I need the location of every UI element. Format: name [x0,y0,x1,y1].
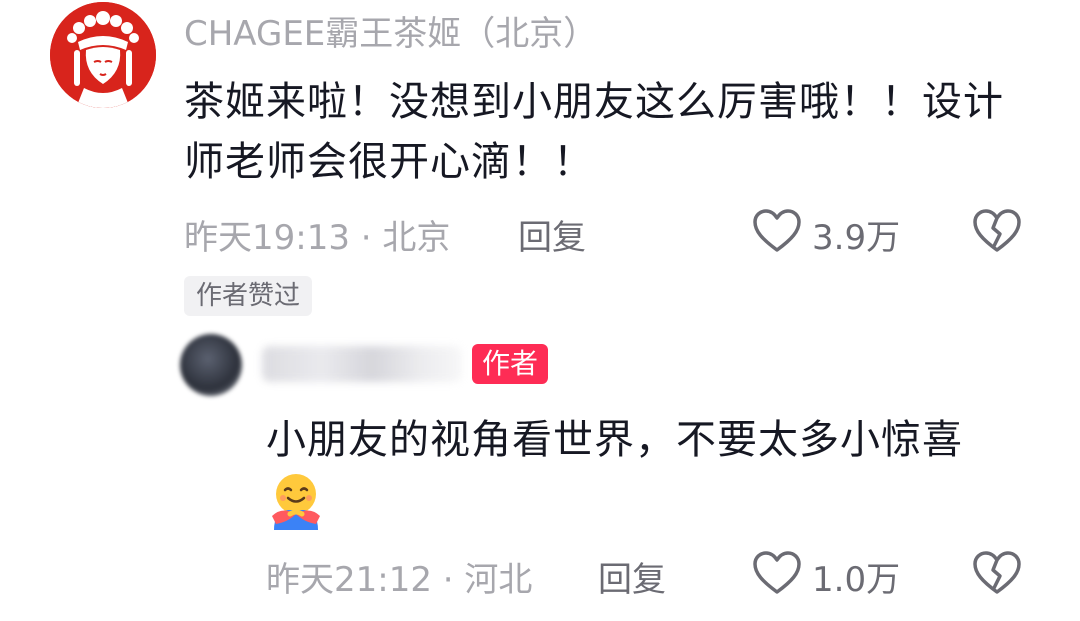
liked-by-author-badge: 作者赞过 [184,276,313,316]
dislike-broken-heart-icon[interactable] [972,208,1022,254]
author-badge: 作者 [472,344,549,384]
reply-like-count: 1.0万 [812,560,901,600]
hugging-face-emoji-icon [266,470,326,530]
opera-logo-icon [50,2,156,108]
comment-username[interactable]: CHAGEE霸王茶姬（北京） [184,6,597,55]
reply-button[interactable]: 回复 [518,210,586,259]
reply-reply-button[interactable]: 回复 [598,552,666,601]
reply-like-heart-icon[interactable] [752,550,802,596]
reply-text: 小朋友的视角看世界，不要太多小惊喜 [266,417,963,463]
reply-meta: 昨天21:12 · 河北 [266,560,533,600]
reply-username-blurred[interactable] [262,346,462,382]
comment-text: 茶姬来啦！没想到小朋友这么厉害哦！！设计师老师会很开心滴！！ [184,79,1004,185]
comment-meta: 昨天19:13 · 北京 [184,218,451,258]
reply-dislike-broken-heart-icon[interactable] [972,550,1022,596]
like-count: 3.9万 [812,218,901,258]
avatar[interactable] [50,2,156,108]
reply-avatar[interactable] [180,334,242,396]
like-heart-icon[interactable] [752,208,802,254]
